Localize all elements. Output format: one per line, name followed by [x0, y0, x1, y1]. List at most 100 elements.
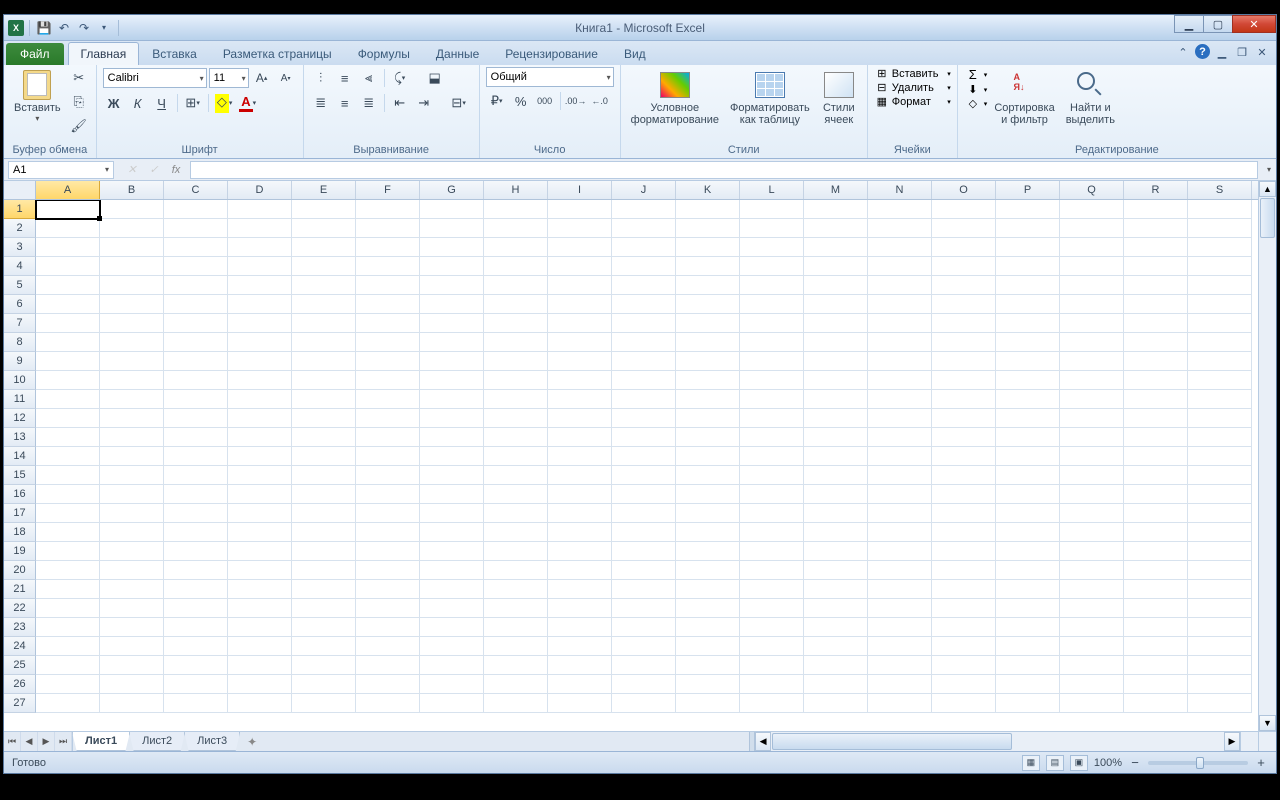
cell-P6[interactable] [996, 295, 1060, 314]
maximize-button[interactable]: ▢ [1203, 15, 1233, 33]
cell-N23[interactable] [868, 618, 932, 637]
cell-D10[interactable] [228, 371, 292, 390]
cell-C8[interactable] [164, 333, 228, 352]
help-icon[interactable]: ? [1195, 44, 1210, 59]
cell-P17[interactable] [996, 504, 1060, 523]
cell-R26[interactable] [1124, 675, 1188, 694]
cell-L11[interactable] [740, 390, 804, 409]
cell-D26[interactable] [228, 675, 292, 694]
cell-K3[interactable] [676, 238, 740, 257]
cell-D8[interactable] [228, 333, 292, 352]
cell-A6[interactable] [36, 295, 100, 314]
column-header-S[interactable]: S [1188, 181, 1252, 199]
cell-F15[interactable] [356, 466, 420, 485]
cell-A10[interactable] [36, 371, 100, 390]
cell-R22[interactable] [1124, 599, 1188, 618]
cell-M27[interactable] [804, 694, 868, 713]
cell-B5[interactable] [100, 276, 164, 295]
cell-H15[interactable] [484, 466, 548, 485]
cell-I24[interactable] [548, 637, 612, 656]
cell-B24[interactable] [100, 637, 164, 656]
cell-K18[interactable] [676, 523, 740, 542]
cell-B17[interactable] [100, 504, 164, 523]
cell-B19[interactable] [100, 542, 164, 561]
cell-P26[interactable] [996, 675, 1060, 694]
cell-F7[interactable] [356, 314, 420, 333]
cell-H27[interactable] [484, 694, 548, 713]
italic-button[interactable]: К [127, 92, 149, 114]
sheet-tab-3[interactable]: Лист3 [184, 732, 240, 751]
cell-C21[interactable] [164, 580, 228, 599]
cell-Q6[interactable] [1060, 295, 1124, 314]
cell-B8[interactable] [100, 333, 164, 352]
cell-R20[interactable] [1124, 561, 1188, 580]
cell-G23[interactable] [420, 618, 484, 637]
cell-H10[interactable] [484, 371, 548, 390]
insert-cells-button[interactable]: ⊞Вставить▾ [874, 67, 951, 80]
cell-F1[interactable] [356, 200, 420, 219]
cell-S20[interactable] [1188, 561, 1252, 580]
cell-O21[interactable] [932, 580, 996, 599]
cell-J3[interactable] [612, 238, 676, 257]
cell-D18[interactable] [228, 523, 292, 542]
cell-G3[interactable] [420, 238, 484, 257]
undo-button[interactable]: ↶ [55, 19, 73, 37]
cell-D3[interactable] [228, 238, 292, 257]
cell-J11[interactable] [612, 390, 676, 409]
cell-K25[interactable] [676, 656, 740, 675]
cell-F3[interactable] [356, 238, 420, 257]
cell-H19[interactable] [484, 542, 548, 561]
cell-L12[interactable] [740, 409, 804, 428]
cell-R11[interactable] [1124, 390, 1188, 409]
new-sheet-button[interactable]: ✦ [240, 732, 264, 751]
cell-Q23[interactable] [1060, 618, 1124, 637]
cell-F16[interactable] [356, 485, 420, 504]
column-header-K[interactable]: K [676, 181, 740, 199]
cell-R27[interactable] [1124, 694, 1188, 713]
fill-color-button[interactable]: ◇▾ [213, 92, 235, 114]
cell-O22[interactable] [932, 599, 996, 618]
cell-S15[interactable] [1188, 466, 1252, 485]
column-header-N[interactable]: N [868, 181, 932, 199]
cell-G7[interactable] [420, 314, 484, 333]
autosum-button[interactable]: Σ▾ [964, 67, 988, 82]
cell-P16[interactable] [996, 485, 1060, 504]
cell-I12[interactable] [548, 409, 612, 428]
cell-R23[interactable] [1124, 618, 1188, 637]
cell-D20[interactable] [228, 561, 292, 580]
scroll-up-button[interactable]: ▲ [1259, 181, 1276, 197]
cell-L26[interactable] [740, 675, 804, 694]
cell-Q21[interactable] [1060, 580, 1124, 599]
align-right-button[interactable]: ≣ [358, 92, 380, 114]
cell-M24[interactable] [804, 637, 868, 656]
cell-Q20[interactable] [1060, 561, 1124, 580]
column-header-I[interactable]: I [548, 181, 612, 199]
cell-C22[interactable] [164, 599, 228, 618]
cell-K23[interactable] [676, 618, 740, 637]
align-center-button[interactable]: ≡ [334, 92, 356, 114]
cell-Q3[interactable] [1060, 238, 1124, 257]
cell-R5[interactable] [1124, 276, 1188, 295]
cell-N12[interactable] [868, 409, 932, 428]
cell-A16[interactable] [36, 485, 100, 504]
cell-J24[interactable] [612, 637, 676, 656]
save-button[interactable]: 💾 [35, 19, 53, 37]
row-header-3[interactable]: 3 [4, 238, 36, 257]
vscroll-track[interactable] [1259, 239, 1276, 715]
cell-A24[interactable] [36, 637, 100, 656]
cell-N18[interactable] [868, 523, 932, 542]
cell-I20[interactable] [548, 561, 612, 580]
cell-I26[interactable] [548, 675, 612, 694]
cell-G21[interactable] [420, 580, 484, 599]
sheet-next-button[interactable]: ▶ [38, 732, 55, 751]
cell-J22[interactable] [612, 599, 676, 618]
qat-customize-dropdown[interactable]: ▾ [95, 19, 113, 37]
cell-F18[interactable] [356, 523, 420, 542]
cell-G25[interactable] [420, 656, 484, 675]
cell-G2[interactable] [420, 219, 484, 238]
cell-E2[interactable] [292, 219, 356, 238]
cell-C18[interactable] [164, 523, 228, 542]
cell-K6[interactable] [676, 295, 740, 314]
cell-O20[interactable] [932, 561, 996, 580]
cell-K2[interactable] [676, 219, 740, 238]
